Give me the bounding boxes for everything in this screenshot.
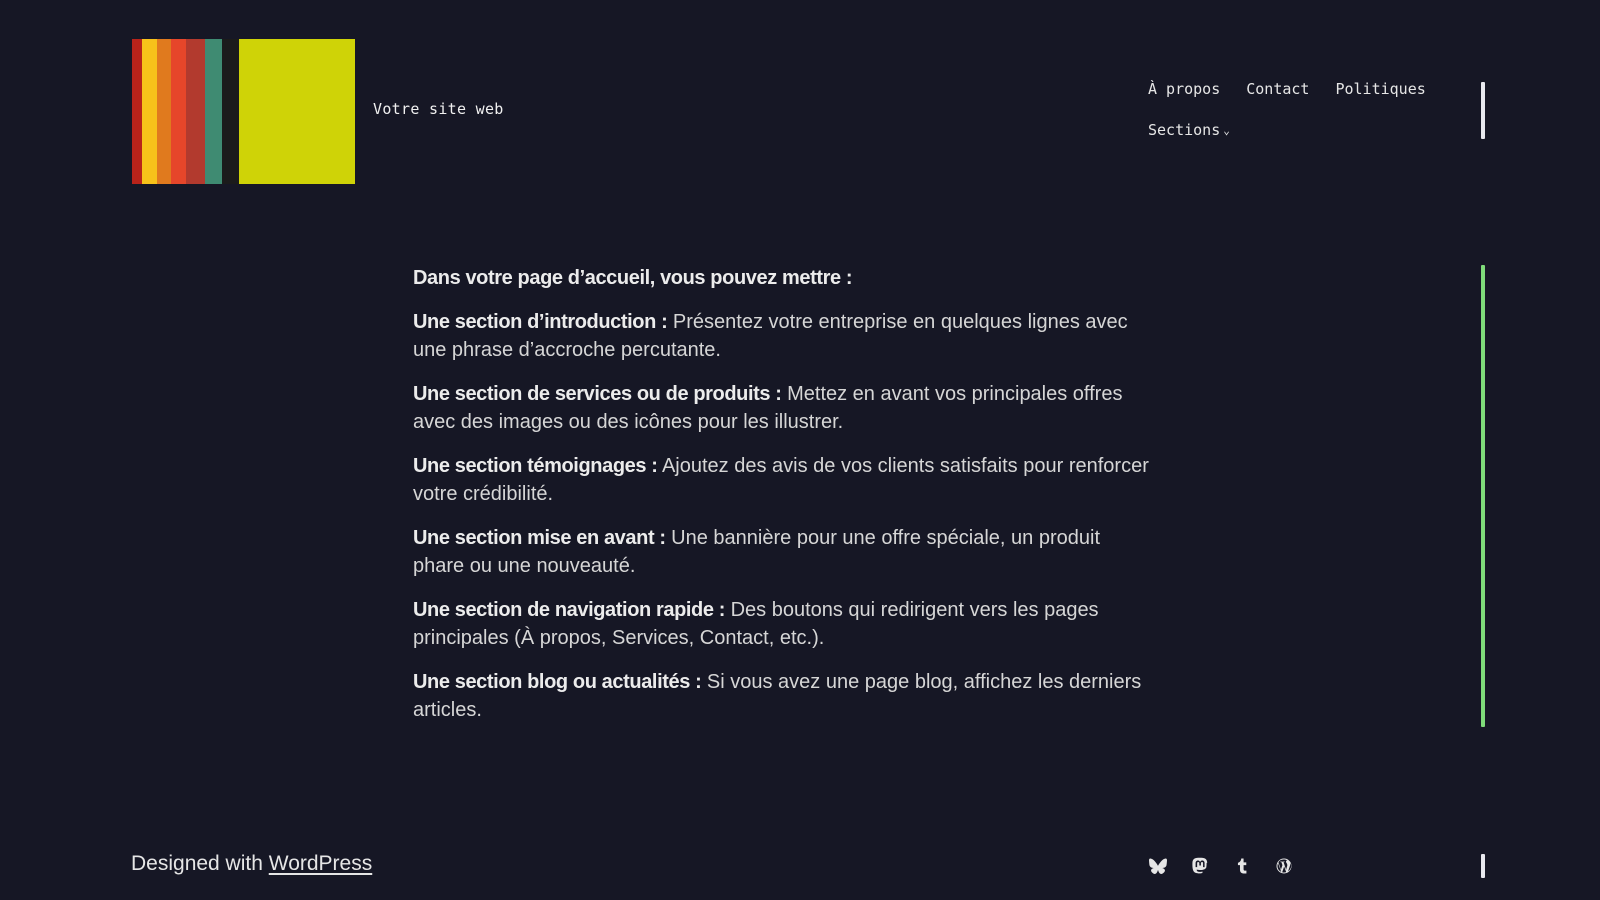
chevron-down-icon[interactable]: ⌄ — [1223, 124, 1230, 137]
bluesky-icon[interactable] — [1148, 856, 1168, 876]
nav-item-politiques[interactable]: Politiques — [1335, 80, 1425, 98]
nav-item-contact[interactable]: Contact — [1246, 80, 1309, 98]
section-item-title: Une section blog ou actualités : — [413, 671, 702, 693]
footer-credit: Designed with WordPress — [131, 852, 372, 876]
logo-stripe — [239, 39, 355, 184]
nav-scroll-bar — [1481, 82, 1485, 139]
logo-stripe — [132, 39, 142, 184]
section-item-title: Une section de services ou de produits : — [413, 383, 782, 405]
main-content: Dans votre page d’accueil, vous pouvez m… — [413, 264, 1153, 740]
section-item-title: Une section témoignages : — [413, 455, 658, 477]
section-item-title: Une section d’introduction : — [413, 311, 668, 333]
nav-row: Sections ⌄ — [1148, 119, 1468, 141]
logo-stripe — [222, 39, 239, 184]
section-item: Une section blog ou actualités : Si vous… — [413, 668, 1153, 724]
mastodon-icon[interactable] — [1190, 856, 1210, 876]
site-logo[interactable] — [132, 39, 355, 184]
section-item: Une section d’introduction : Présentez v… — [413, 308, 1153, 364]
section-item: Une section de navigation rapide : Des b… — [413, 596, 1153, 652]
tumblr-icon[interactable] — [1232, 856, 1252, 876]
logo-stripe — [157, 39, 171, 184]
section-item: Une section de services ou de produits :… — [413, 380, 1153, 436]
intro-paragraph: Dans votre page d’accueil, vous pouvez m… — [413, 264, 1153, 292]
social-links — [1148, 856, 1294, 876]
nav-row: À propos Contact Politiques — [1148, 78, 1468, 100]
site-title[interactable]: Votre site web — [373, 100, 504, 118]
content-accent-bar — [1481, 265, 1485, 727]
logo-stripe — [205, 39, 222, 184]
section-item-title: Une section de navigation rapide : — [413, 599, 726, 621]
intro-text: Dans votre page d’accueil, vous pouvez m… — [413, 267, 853, 289]
main-navigation: À propos Contact Politiques Sections ⌄ — [1148, 78, 1468, 141]
section-item: Une section témoignages : Ajoutez des av… — [413, 452, 1153, 508]
wordpress-icon[interactable] — [1274, 856, 1294, 876]
wordpress-link[interactable]: WordPress — [269, 852, 372, 875]
logo-stripe — [142, 39, 157, 184]
nav-item-sections[interactable]: Sections ⌄ — [1148, 121, 1230, 139]
section-item: Une section mise en avant : Une bannière… — [413, 524, 1153, 580]
footer-scroll-bar — [1481, 854, 1485, 878]
logo-stripe — [171, 39, 186, 184]
nav-item-sections-label: Sections — [1148, 121, 1221, 139]
nav-item-a-propos[interactable]: À propos — [1148, 80, 1220, 98]
section-item-title: Une section mise en avant : — [413, 527, 666, 549]
logo-stripe — [186, 39, 205, 184]
footer-designed-with: Designed with — [131, 852, 269, 875]
